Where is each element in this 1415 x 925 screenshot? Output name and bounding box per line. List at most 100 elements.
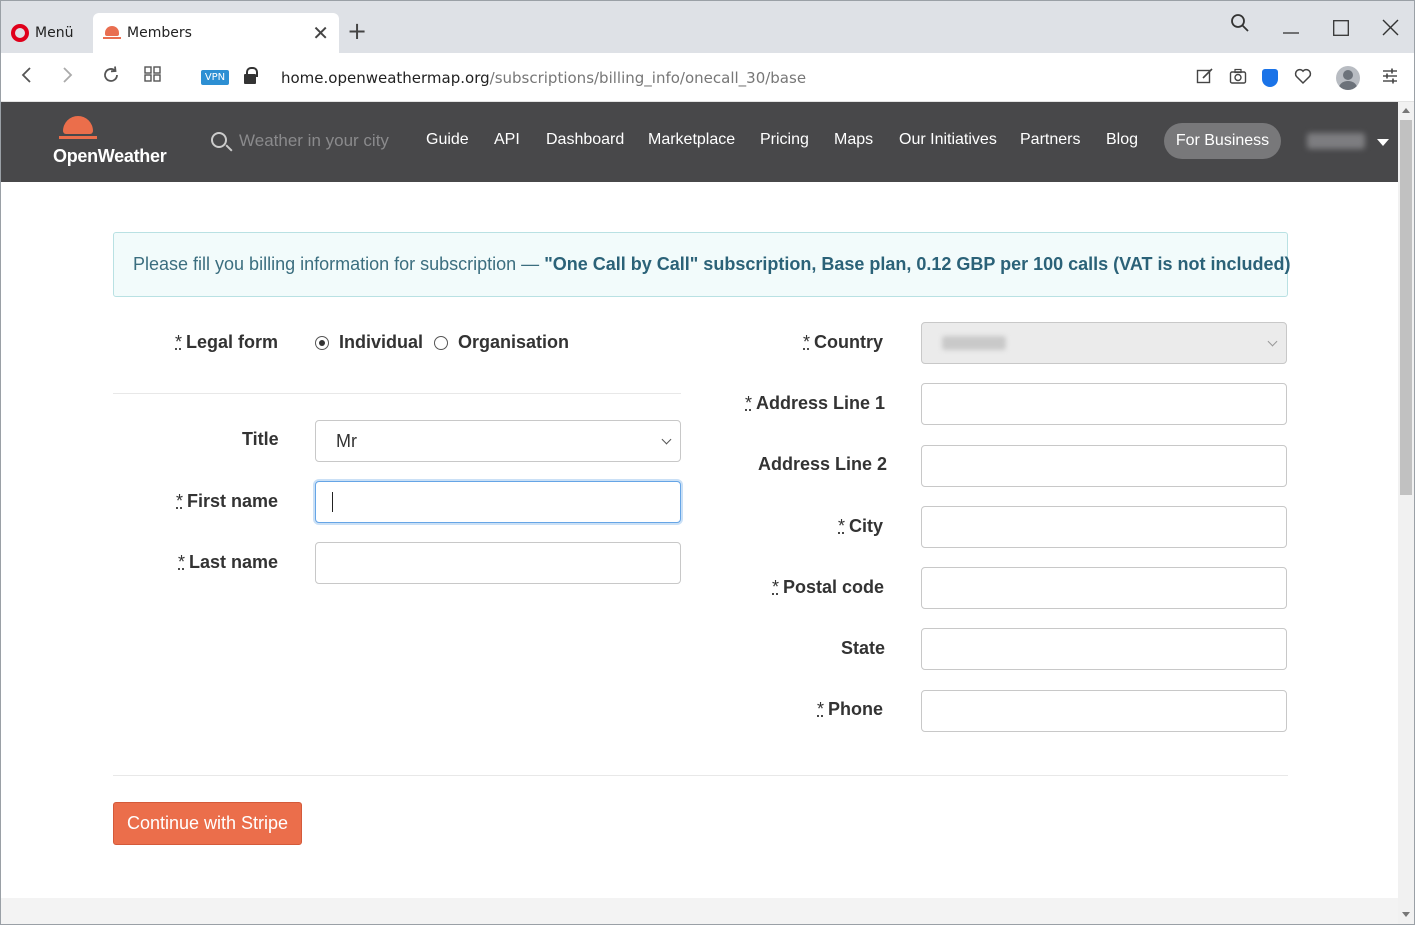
reload-icon[interactable]: [101, 65, 121, 88]
nav-dashboard[interactable]: Dashboard: [546, 131, 624, 149]
lock-icon[interactable]: [244, 67, 258, 84]
country-select[interactable]: [921, 322, 1287, 364]
user-menu-name[interactable]: [1307, 133, 1365, 149]
continue-with-stripe-button[interactable]: Continue with Stripe: [113, 802, 302, 845]
postal-code-field[interactable]: [921, 567, 1287, 609]
form-footer-divider: [113, 775, 1288, 776]
scrollbar-thumb[interactable]: [1400, 120, 1412, 495]
required-mark: *: [745, 393, 753, 413]
openweather-favicon-icon: [103, 26, 121, 40]
tab-title: Members: [127, 25, 192, 41]
sun-logo-icon: [59, 116, 97, 139]
phone-label: * Phone: [817, 699, 884, 719]
openweather-logo[interactable]: OpenWeather: [53, 114, 177, 170]
title-select[interactable]: Mr: [315, 420, 681, 462]
maximize-icon[interactable]: [1333, 17, 1349, 41]
radio-organisation-label: Organisation: [458, 332, 570, 352]
last-name-field[interactable]: [315, 542, 681, 584]
first-name-label: * First name: [176, 491, 279, 511]
logo-text: OpenWeather: [53, 146, 167, 166]
city-label: * City: [838, 516, 884, 536]
required-mark: *: [178, 552, 186, 572]
address-line-1-label: * Address Line 1: [745, 393, 886, 413]
phone-field[interactable]: [921, 690, 1287, 732]
chevron-down-icon: [1267, 336, 1278, 347]
snapshot-edit-icon[interactable]: [1196, 67, 1214, 89]
radio-individual-label: Individual: [339, 332, 424, 352]
address-line-2-field[interactable]: [921, 445, 1287, 487]
tab-close-icon[interactable]: ✕: [312, 23, 329, 43]
adblock-shield-icon[interactable]: [1262, 69, 1278, 87]
scroll-up-icon[interactable]: [1402, 108, 1410, 113]
url-path: /subscriptions/billing_info/onecall_30/b…: [489, 69, 807, 87]
first-name-field[interactable]: [315, 481, 681, 523]
for-business-button[interactable]: For Business: [1164, 123, 1281, 159]
nav-api[interactable]: API: [494, 131, 520, 149]
search-tabs-icon[interactable]: [1230, 13, 1250, 38]
opera-logo-icon: [11, 24, 29, 42]
title-label: Title: [242, 429, 279, 449]
nav-blog[interactable]: Blog: [1106, 131, 1138, 149]
nav-partners[interactable]: Partners: [1020, 131, 1080, 149]
tab-strip: Menü Members ✕ +: [1, 1, 1414, 53]
legal-form-divider: [113, 393, 681, 394]
address-line-1-field[interactable]: [921, 383, 1287, 425]
browser-window: Menü Members ✕ + VPN home.openweathermap…: [0, 0, 1415, 925]
city-field[interactable]: [921, 506, 1287, 548]
user-menu-caret-icon[interactable]: [1377, 139, 1389, 146]
opera-menu-button[interactable]: Menü: [11, 21, 73, 45]
radio-organisation-icon[interactable]: [434, 335, 448, 350]
heart-icon[interactable]: [1294, 67, 1312, 89]
menu-label: Menü: [35, 25, 74, 41]
nav-guide[interactable]: Guide: [426, 131, 469, 149]
page-scrollbar[interactable]: [1398, 102, 1414, 924]
tab-grid-icon[interactable]: [144, 65, 162, 86]
state-label: State: [841, 638, 886, 658]
search-icon[interactable]: [211, 132, 227, 148]
back-icon[interactable]: [19, 65, 33, 88]
minimize-icon[interactable]: [1283, 15, 1299, 40]
address-line-2-label: Address Line 2: [758, 454, 888, 474]
postal-code-label: * Postal code: [772, 577, 885, 597]
billing-form-page: Please fill you billing information for …: [1, 182, 1398, 898]
radio-individual[interactable]: Individual: [315, 332, 423, 353]
new-tab-icon[interactable]: +: [347, 19, 367, 43]
country-select-value-redacted: [942, 336, 1006, 350]
nav-our-initiatives[interactable]: Our Initiatives: [899, 131, 997, 149]
easy-setup-icon[interactable]: [1381, 67, 1399, 89]
scroll-down-icon[interactable]: [1402, 912, 1410, 917]
text-cursor: [332, 492, 333, 512]
close-window-icon[interactable]: [1382, 17, 1399, 41]
city-search-input[interactable]: [239, 128, 409, 154]
required-mark: *: [817, 699, 825, 719]
vpn-badge[interactable]: VPN: [201, 70, 229, 85]
billing-info-alert: Please fill you billing information for …: [113, 232, 1291, 297]
state-field[interactable]: [921, 628, 1287, 670]
required-mark: *: [175, 332, 183, 352]
page-footer-strip: [1, 898, 1398, 924]
address-bar: VPN home.openweathermap.org/subscription…: [1, 53, 1414, 102]
nav-pricing[interactable]: Pricing: [760, 131, 809, 149]
required-mark: *: [838, 516, 846, 536]
url-field[interactable]: home.openweathermap.org/subscriptions/bi…: [281, 69, 806, 87]
forward-icon[interactable]: [61, 65, 75, 88]
required-mark: *: [176, 491, 184, 511]
site-header: OpenWeather Guide API Dashboard Marketpl…: [1, 102, 1398, 182]
nav-marketplace[interactable]: Marketplace: [648, 131, 735, 149]
chevron-down-icon: [661, 434, 672, 445]
nav-maps[interactable]: Maps: [834, 131, 873, 149]
required-mark: *: [772, 577, 780, 597]
browser-tab-members[interactable]: Members ✕: [93, 13, 339, 53]
last-name-label: * Last name: [178, 552, 279, 572]
required-mark: *: [803, 332, 811, 352]
title-select-value: Mr: [336, 430, 357, 451]
legal-form-label: * Legal form: [175, 332, 279, 352]
alert-prefix: Please fill you billing information for …: [133, 254, 540, 274]
alert-plan-details: "One Call by Call" subscription, Base pl…: [544, 254, 1291, 274]
radio-organisation[interactable]: Organisation: [434, 332, 569, 353]
camera-icon[interactable]: [1229, 67, 1247, 89]
url-host: home.openweathermap.org: [281, 69, 490, 87]
country-label: * Country: [803, 332, 884, 352]
profile-avatar-icon[interactable]: [1336, 66, 1360, 90]
radio-individual-icon[interactable]: [315, 335, 329, 350]
